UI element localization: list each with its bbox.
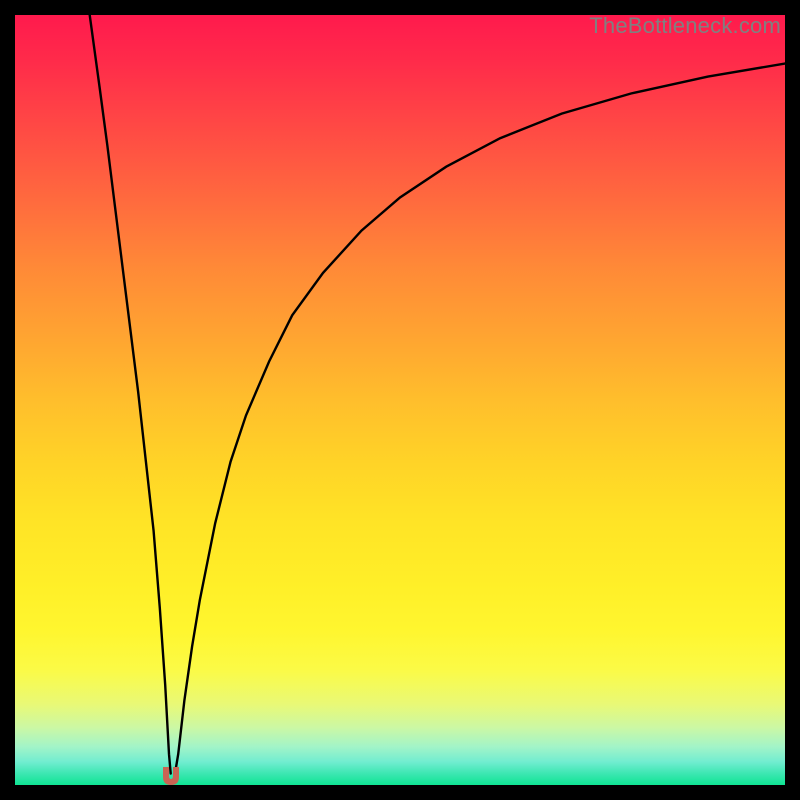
u-shape-icon (163, 767, 179, 785)
minimum-marker (160, 767, 182, 785)
curve-right-branch (175, 64, 785, 774)
bottleneck-curve (15, 15, 785, 785)
plot-area: TheBottleneck.com (15, 15, 785, 785)
outer-frame: TheBottleneck.com (0, 0, 800, 800)
watermark-text: TheBottleneck.com (589, 13, 781, 39)
curve-left-branch (90, 15, 171, 774)
